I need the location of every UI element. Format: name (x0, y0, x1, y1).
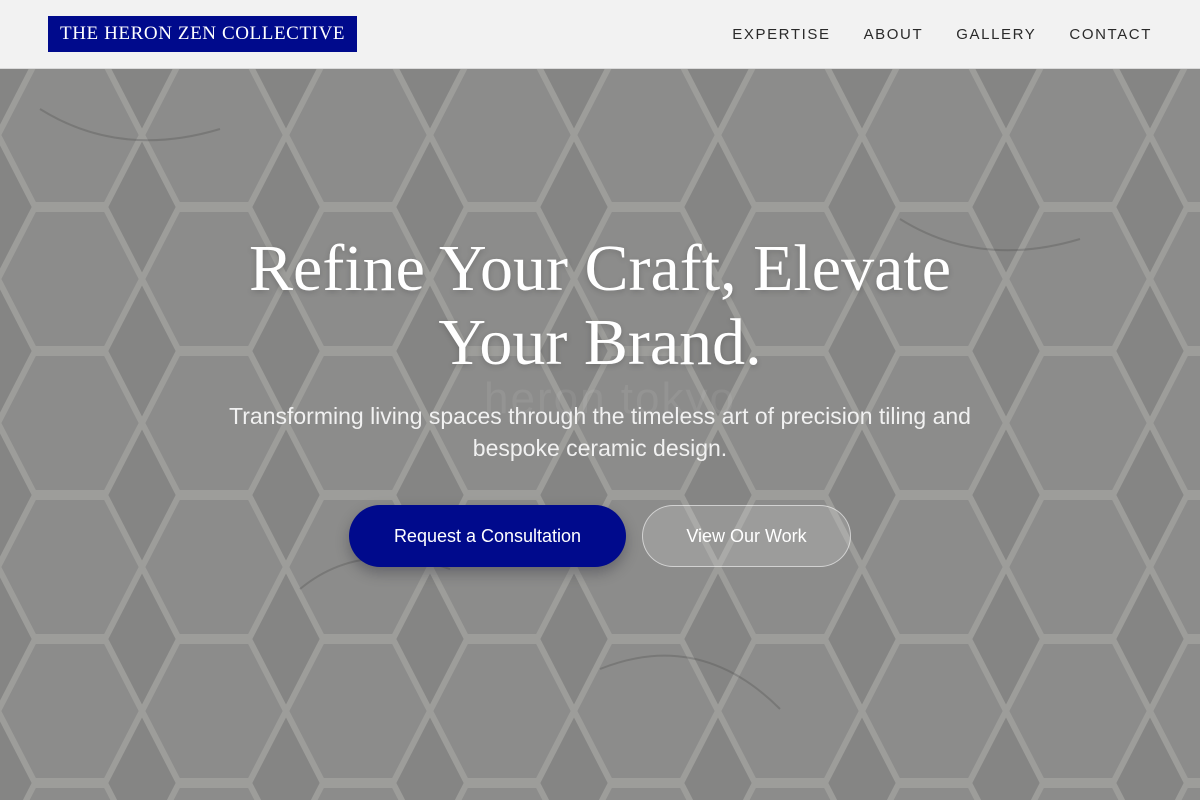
hero-subtitle-line-2: bespoke ceramic design. (472, 435, 728, 461)
site-logo[interactable]: THE HERON ZEN COLLECTIVE (48, 16, 358, 52)
hero-title-line-1: Refine Your Craft, Elevate (249, 232, 951, 305)
hero-subtitle: Transforming living spaces through the t… (180, 400, 1020, 464)
nav-item-gallery[interactable]: GALLERY (956, 26, 1036, 43)
request-consultation-button[interactable]: Request a Consultation (349, 505, 626, 567)
hero-content: heron tokyo Refine Your Craft, Elevate Y… (0, 69, 1200, 800)
hero-title-line-2: Your Brand. (438, 306, 762, 379)
hero-title: Refine Your Craft, Elevate Your Brand. (150, 232, 1050, 380)
view-our-work-button[interactable]: View Our Work (642, 505, 851, 567)
nav-item-about[interactable]: ABOUT (864, 26, 924, 43)
hero-subtitle-line-1: Transforming living spaces through the t… (229, 403, 971, 429)
nav-item-expertise[interactable]: EXPERTISE (732, 26, 830, 43)
hero-section: heron tokyo Refine Your Craft, Elevate Y… (0, 69, 1200, 800)
nav-item-contact[interactable]: CONTACT (1069, 26, 1152, 43)
main-nav: EXPERTISE ABOUT GALLERY CONTACT (699, 0, 1152, 68)
site-header: THE HERON ZEN COLLECTIVE EXPERTISE ABOUT… (0, 0, 1200, 69)
